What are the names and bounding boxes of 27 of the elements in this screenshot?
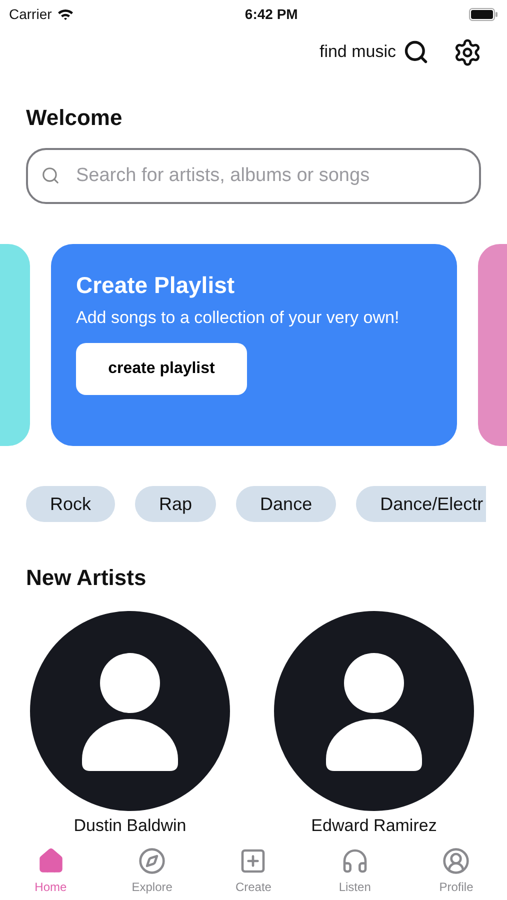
card-title: Create Playlist xyxy=(76,271,235,300)
profile-icon xyxy=(442,846,470,874)
avatar-placeholder[interactable] xyxy=(274,611,474,811)
genre-chip[interactable]: Rock xyxy=(26,486,116,522)
wifi-icon xyxy=(56,8,74,20)
search-icon xyxy=(41,166,60,185)
create-icon xyxy=(239,846,268,874)
listen-icon xyxy=(340,846,369,874)
settings-icon[interactable] xyxy=(453,38,482,66)
section-heading: New Artists xyxy=(25,564,148,592)
artist-name: Dustin Baldwin xyxy=(74,815,186,837)
status-time: 6:42 PM xyxy=(244,4,298,24)
artist-name: Edward Ramirez xyxy=(311,815,437,837)
genre-chip[interactable]: Rap xyxy=(135,486,216,522)
create-playlist-button[interactable]: create playlist xyxy=(76,343,247,395)
genre-chip[interactable]: Dance xyxy=(236,486,336,522)
search-field[interactable]: Search for artists, albums or songs xyxy=(26,148,481,204)
home-icon xyxy=(36,846,65,874)
explore-icon xyxy=(138,846,166,874)
welcome-heading: Welcome xyxy=(25,104,124,132)
card-description: Add songs to a collection of your very own! xyxy=(76,307,400,329)
search-icon xyxy=(403,39,429,65)
avatar-placeholder[interactable] xyxy=(30,611,230,811)
genre-chip[interactable]: Dance/Electr xyxy=(356,486,486,522)
battery-icon xyxy=(468,8,498,20)
find-music-button[interactable]: find music xyxy=(319,39,429,65)
carrier-label: Carrier xyxy=(9,4,52,24)
